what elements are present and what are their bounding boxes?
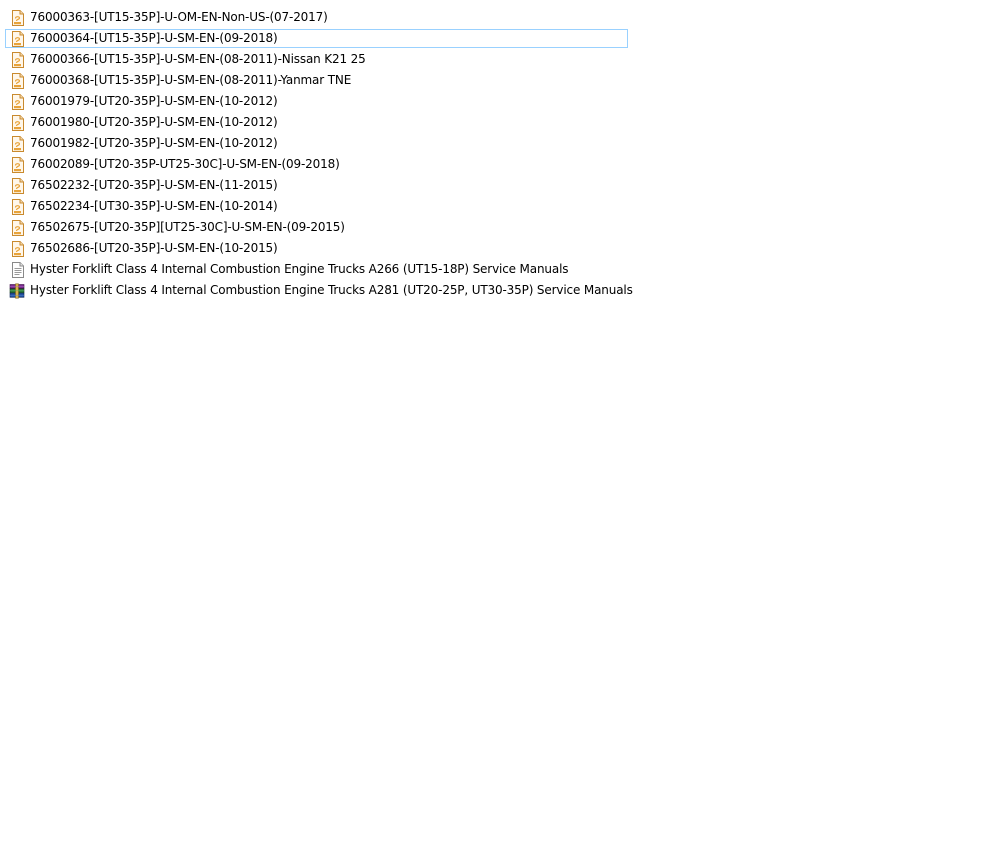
- pdf-icon: [12, 177, 24, 194]
- file-name: Hyster Forklift Class 4 Internal Combust…: [30, 283, 633, 297]
- pdf-icon: [12, 198, 24, 215]
- pdf-icon: [12, 135, 24, 152]
- file-name: 76001982-[UT20-35P]-U-SM-EN-(10-2012): [30, 136, 278, 150]
- text-document-icon: [12, 261, 24, 278]
- file-name: 76000368-[UT15-35P]-U-SM-EN-(08-2011)-Ya…: [30, 73, 352, 87]
- file-item[interactable]: 76001982-[UT20-35P]-U-SM-EN-(10-2012): [5, 134, 645, 153]
- file-item[interactable]: 76002089-[UT20-35P-UT25-30C]-U-SM-EN-(09…: [5, 155, 645, 174]
- file-item-selected[interactable]: 76000364-[UT15-35P]-U-SM-EN-(09-2018): [5, 29, 628, 48]
- file-name: 76000364-[UT15-35P]-U-SM-EN-(09-2018): [30, 31, 278, 45]
- file-name: 76502234-[UT30-35P]-U-SM-EN-(10-2014): [30, 199, 278, 213]
- file-name: Hyster Forklift Class 4 Internal Combust…: [30, 262, 569, 276]
- file-item[interactable]: 76001979-[UT20-35P]-U-SM-EN-(10-2012): [5, 92, 645, 111]
- file-name: 76502686-[UT20-35P]-U-SM-EN-(10-2015): [30, 241, 278, 255]
- pdf-icon: [12, 30, 24, 47]
- file-item[interactable]: 76502675-[UT20-35P][UT25-30C]-U-SM-EN-(0…: [5, 218, 645, 237]
- pdf-icon: [12, 219, 24, 236]
- pdf-icon: [12, 72, 24, 89]
- file-name: 76502675-[UT20-35P][UT25-30C]-U-SM-EN-(0…: [30, 220, 345, 234]
- pdf-icon: [12, 156, 24, 173]
- file-name: 76000366-[UT15-35P]-U-SM-EN-(08-2011)-Ni…: [30, 52, 366, 66]
- file-item[interactable]: Hyster Forklift Class 4 Internal Combust…: [5, 281, 645, 300]
- file-item[interactable]: 76001980-[UT20-35P]-U-SM-EN-(10-2012): [5, 113, 645, 132]
- winrar-archive-icon: [9, 283, 25, 298]
- pdf-icon: [12, 9, 24, 26]
- file-item[interactable]: 76502234-[UT30-35P]-U-SM-EN-(10-2014): [5, 197, 645, 216]
- pdf-icon: [12, 93, 24, 110]
- file-item[interactable]: 76502232-[UT20-35P]-U-SM-EN-(11-2015): [5, 176, 645, 195]
- file-item[interactable]: 76000366-[UT15-35P]-U-SM-EN-(08-2011)-Ni…: [5, 50, 645, 69]
- file-name: 76000363-[UT15-35P]-U-OM-EN-Non-US-(07-2…: [30, 10, 328, 24]
- file-item[interactable]: 76000363-[UT15-35P]-U-OM-EN-Non-US-(07-2…: [5, 8, 645, 27]
- file-item[interactable]: Hyster Forklift Class 4 Internal Combust…: [5, 260, 645, 279]
- file-item[interactable]: 76000368-[UT15-35P]-U-SM-EN-(08-2011)-Ya…: [5, 71, 645, 90]
- file-name: 76001979-[UT20-35P]-U-SM-EN-(10-2012): [30, 94, 278, 108]
- file-item[interactable]: 76502686-[UT20-35P]-U-SM-EN-(10-2015): [5, 239, 645, 258]
- pdf-icon: [12, 114, 24, 131]
- file-name: 76001980-[UT20-35P]-U-SM-EN-(10-2012): [30, 115, 278, 129]
- file-name: 76002089-[UT20-35P-UT25-30C]-U-SM-EN-(09…: [30, 157, 340, 171]
- pdf-icon: [12, 51, 24, 68]
- file-list: 76000363-[UT15-35P]-U-OM-EN-Non-US-(07-2…: [5, 8, 645, 302]
- pdf-icon: [12, 240, 24, 257]
- file-name: 76502232-[UT20-35P]-U-SM-EN-(11-2015): [30, 178, 278, 192]
